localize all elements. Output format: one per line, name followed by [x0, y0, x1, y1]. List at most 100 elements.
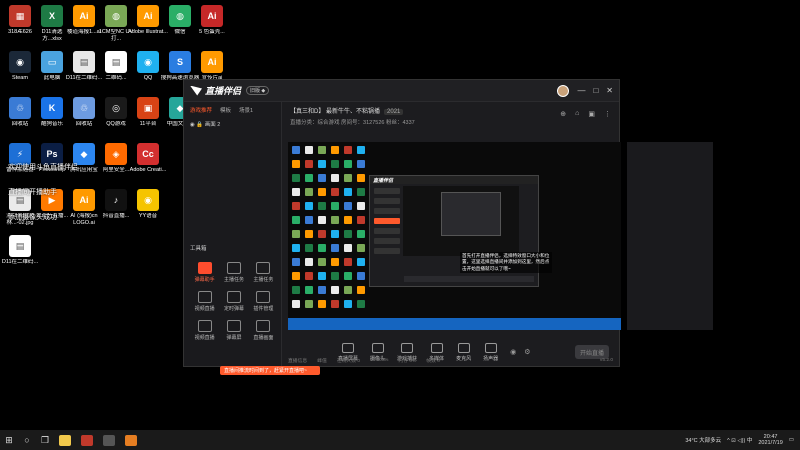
taskbar-app-icon[interactable]: [125, 434, 137, 446]
status-item: 在线人数 0: [336, 358, 361, 364]
status-item: 峰值: [317, 358, 327, 364]
tool-icon: [197, 320, 212, 332]
preview-mini-icon: [344, 188, 352, 196]
more-icon[interactable]: ⋮: [604, 110, 611, 118]
live-companion-window[interactable]: 直播伴侣 旧版 ◆ — □ ✕ 游戏推荐 模板 场景1 ◉ 🔒 画面 2 工具箱…: [183, 79, 713, 375]
desktop-icon-label: 5 色蛋壳...: [199, 29, 225, 35]
tab-scene[interactable]: 场景1: [239, 106, 253, 114]
status-item: 直播信息: [288, 358, 308, 364]
desktop-app-icon: Ai: [73, 189, 95, 211]
preview-mini-icon: [292, 272, 300, 280]
preview-mini-icon: [305, 202, 313, 210]
header-icons: ⊕ ⌂ ▣ ⋮: [560, 110, 611, 118]
desktop-icon[interactable]: ▤ D11在二维码...: [0, 232, 40, 280]
preview-mini-icon: [357, 244, 365, 252]
tray-icons[interactable]: ^ ⊡ ◁)) 中: [727, 436, 752, 444]
tool-label: 主播任务: [223, 277, 244, 283]
desktop-app-icon: ▣: [137, 97, 159, 119]
desktop-app-icon: ◉: [9, 51, 31, 73]
notification-icon[interactable]: ▭: [789, 437, 794, 443]
desktop-app-icon: ◉: [137, 189, 159, 211]
preview-mini-icon: [357, 258, 365, 266]
title-bar[interactable]: 直播伴侣 旧版 ◆ — □ ✕: [184, 80, 619, 102]
preview-mini-icon: [331, 300, 339, 308]
desktop-app-icon: ▤: [105, 51, 127, 73]
scene-item[interactable]: ◉ 🔒 画面 2: [184, 118, 281, 130]
preview-mini-icon: [292, 300, 300, 308]
tool-button[interactable]: 弹幕助手: [190, 262, 219, 283]
minimize-icon[interactable]: —: [577, 86, 585, 95]
scene-item-label: 画面 2: [204, 122, 221, 128]
start-icon[interactable]: ⊞: [0, 430, 18, 450]
tool-button[interactable]: 定时弹幕: [219, 291, 248, 312]
desktop-overlay-line: 添加摄像头成功: [8, 214, 57, 221]
window-icon[interactable]: ▣: [588, 110, 595, 118]
tool-label: 直播画面: [253, 335, 274, 341]
preview-mini-icon: [331, 272, 339, 280]
add-icon[interactable]: ⊕: [560, 110, 566, 118]
preview-mini-icon: [305, 146, 313, 154]
task-view-icon[interactable]: ❐: [36, 430, 54, 450]
preview-mini-icon: [344, 258, 352, 266]
preview-mini-icon: [357, 202, 365, 210]
preview-mini-icon: [318, 202, 326, 210]
user-avatar[interactable]: [557, 84, 570, 97]
preview-mini-icon: [305, 174, 313, 182]
taskbar-app-icon[interactable]: [59, 434, 71, 446]
desktop-icon[interactable]: Ai 5 色蛋壳...: [192, 2, 232, 50]
tab-recommend[interactable]: 游戏推荐: [190, 106, 212, 114]
taskbar-app-icon[interactable]: [103, 434, 115, 446]
clock[interactable]: 20:47 2021/7/19: [758, 434, 782, 447]
tool-button[interactable]: 弹幕屏: [219, 320, 248, 341]
desktop-icon[interactable]: ◉ YY语音: [128, 186, 168, 234]
preview-mini-icon: [305, 244, 313, 252]
tool-label: 视频直播: [194, 335, 215, 341]
desktop-overlay-line: 欢迎使用斗鱼直播伴侣: [8, 164, 78, 171]
preview-mini-icon: [331, 216, 339, 224]
tab-template[interactable]: 模板: [220, 106, 231, 114]
stream-preview[interactable]: 直播伴侣 首先打开直播伴侣，选择特效窗口大小和位置，这里选择直播间并添加到这里，…: [288, 142, 621, 330]
desktop-app-icon: Cc: [137, 143, 159, 165]
tool-button[interactable]: 主播任务: [249, 262, 278, 283]
home-icon[interactable]: ⌂: [575, 110, 579, 118]
preview-mini-icon: [292, 146, 300, 154]
preview-mini-icon: [305, 160, 313, 168]
room-title[interactable]: 【真三和D】 最新牛牛、不粘锅播: [290, 109, 380, 115]
maximize-icon[interactable]: □: [593, 86, 598, 95]
room-tag: 2021: [384, 109, 404, 115]
preview-taskbar-strip: [288, 318, 621, 330]
nested-bottom-bar: [404, 276, 534, 282]
desktop-app-icon: ▭: [41, 51, 63, 73]
preview-mini-icon: [292, 216, 300, 224]
desktop-overlay-line: 直播间开播助手: [8, 189, 57, 196]
preview-mini-icon: [318, 216, 326, 224]
preview-mini-icon: [305, 272, 313, 280]
tool-label: 弹幕屏: [226, 335, 242, 341]
tool-button[interactable]: 视频直播: [190, 320, 219, 341]
tool-button[interactable]: 直播画面: [249, 320, 278, 341]
desktop-app-icon: ▤: [9, 235, 31, 257]
status-item: 帧数 0: [426, 358, 440, 364]
weather[interactable]: 34°C 大部多云: [685, 436, 721, 444]
version-badge[interactable]: 旧版 ◆: [246, 86, 270, 95]
desktop-icon[interactable]: Cc Adobe Creati...: [128, 140, 168, 188]
search-icon[interactable]: ○: [18, 430, 36, 450]
tool-button[interactable]: 视频直播: [190, 291, 219, 312]
preview-mini-icon: [344, 244, 352, 252]
desktop-app-icon: S: [169, 51, 191, 73]
preview-mini-icon: [344, 174, 352, 182]
app-logo: 直播伴侣: [190, 84, 241, 97]
close-icon[interactable]: ✕: [606, 86, 613, 95]
preview-mini-icon: [318, 174, 326, 182]
version-label: v5.2.0: [599, 357, 613, 363]
nested-inner-window: [441, 192, 501, 236]
tool-button[interactable]: 主播任务: [219, 262, 248, 283]
tutorial-caption: 首先打开直播伴侣，选择特效窗口大小和位置，这里选择直播间并添加到这里，然后点击开…: [460, 252, 552, 273]
preview-mini-icon: [357, 272, 365, 280]
preview-mini-icon: [331, 202, 339, 210]
taskbar-app-icon[interactable]: [81, 434, 93, 446]
tool-label: 定时弹幕: [223, 306, 244, 312]
tool-button[interactable]: 插件管理: [249, 291, 278, 312]
preview-mini-icon: [292, 258, 300, 266]
tool-icon: [226, 291, 241, 303]
